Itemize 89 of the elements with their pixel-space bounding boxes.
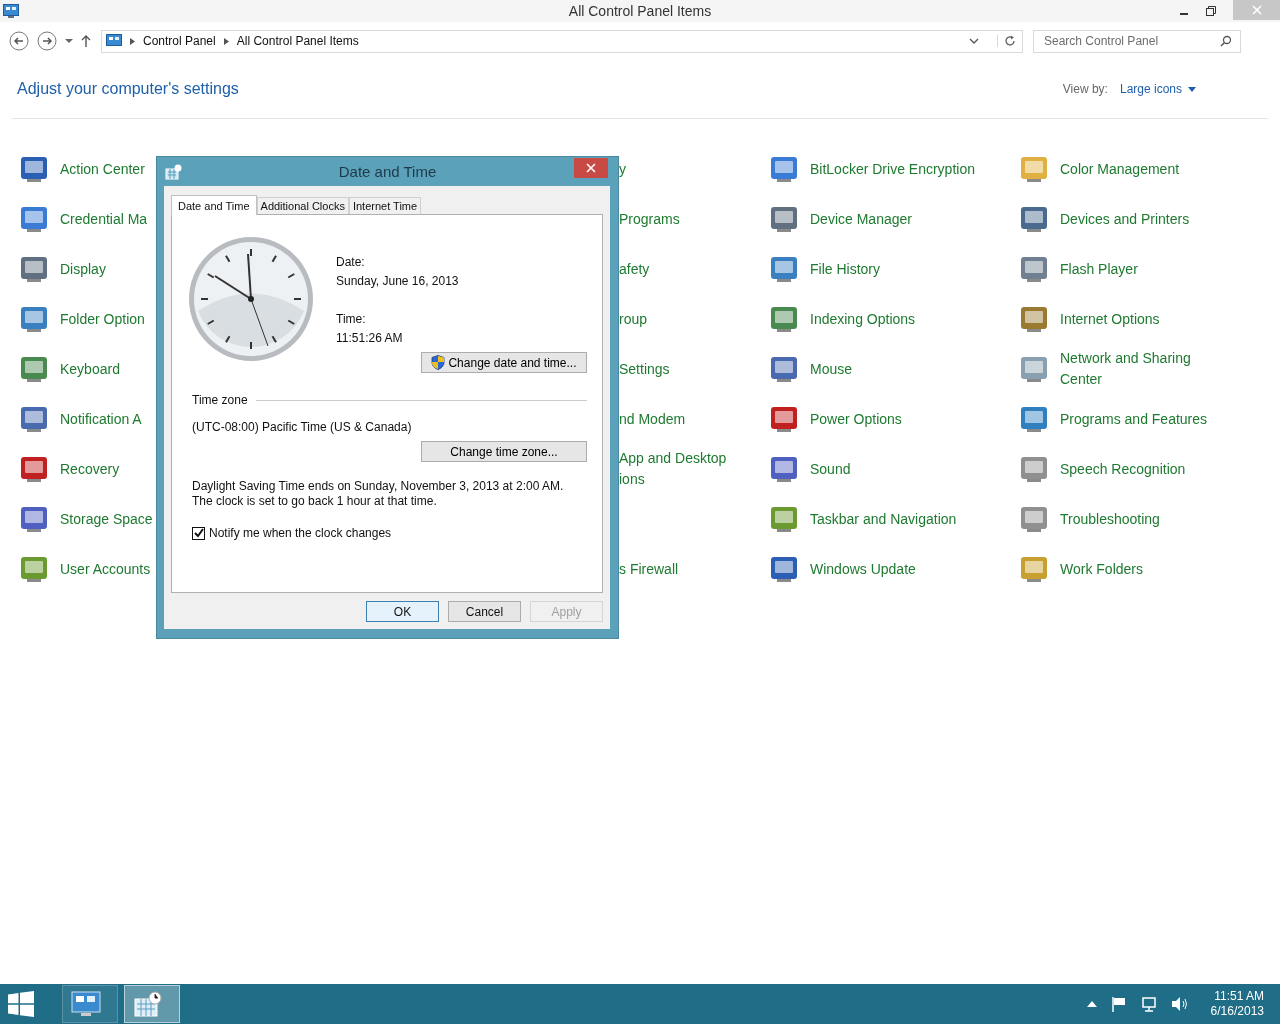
control-panel-icon	[71, 991, 101, 1017]
dialog-title: Date and Time	[338, 163, 437, 180]
chevron-icon	[130, 37, 135, 45]
control-panel-item[interactable]: Taskbar and Navigation	[810, 508, 957, 530]
refresh-icon[interactable]	[997, 35, 1016, 47]
control-panel-icon	[106, 34, 122, 48]
shield-icon	[431, 355, 446, 370]
time-label: Time:	[336, 312, 367, 326]
dropdown-icon[interactable]	[65, 38, 73, 44]
flag-icon[interactable]	[1110, 996, 1127, 1012]
control-panel-item[interactable]: Settings	[619, 358, 670, 380]
breadcrumb[interactable]: All Control Panel Items	[236, 34, 359, 48]
dropdown-icon[interactable]	[969, 38, 979, 44]
window-title: All Control Panel Items	[568, 3, 712, 19]
control-panel-item[interactable]: Display	[60, 258, 106, 280]
control-panel-item[interactable]: Troubleshooting	[1060, 508, 1160, 530]
tab[interactable]: Internet Time	[348, 197, 422, 214]
time-zone-heading: Time zone	[192, 393, 248, 407]
control-panel-item[interactable]: Speech Recognition	[1060, 458, 1186, 480]
time-zone-value: (UTC-08:00) Pacific Time (US & Canada)	[192, 420, 413, 434]
control-panel-item[interactable]: roup	[619, 308, 648, 330]
date-label: Date:	[336, 255, 366, 269]
clock-calendar-icon	[133, 991, 163, 1017]
change-date-and-time-button[interactable]: Change date and time...	[421, 352, 587, 373]
control-panel-item[interactable]: Internet Options	[1060, 308, 1160, 330]
clock-time[interactable]: 11:51 AM	[1214, 989, 1264, 1004]
control-panel-item[interactable]: Storage Space	[60, 508, 153, 530]
dialog-button[interactable]: Cancel	[448, 601, 521, 622]
control-panel-item[interactable]: Indexing Options	[810, 308, 916, 330]
forward-icon[interactable]	[37, 31, 57, 51]
control-panel-item[interactable]: Sound	[810, 458, 851, 480]
search-icon	[1220, 35, 1232, 47]
control-panel-item[interactable]: Notification A	[60, 408, 142, 430]
control-panel-item[interactable]: Mouse	[810, 358, 853, 380]
control-panel-item[interactable]: BitLocker Drive Encryption	[810, 158, 975, 180]
caret-icon	[1188, 86, 1196, 92]
control-panel-item[interactable]: Recovery	[60, 458, 120, 480]
address-bar[interactable]: Control Panel All Control Panel Items	[101, 29, 1023, 53]
speaker-icon[interactable]	[1170, 996, 1189, 1012]
show-hidden-icons-icon[interactable]	[1086, 1001, 1097, 1007]
control-panel-item[interactable]: nd Modem	[619, 408, 686, 430]
clock-date[interactable]: 6/16/2013	[1210, 1004, 1264, 1019]
date-value: Sunday, June 16, 2013	[336, 274, 459, 288]
control-panel-item[interactable]: File History	[810, 258, 880, 280]
control-panel-item[interactable]: Power Options	[810, 408, 902, 430]
view-by-dropdown[interactable]: Large icons	[1119, 82, 1196, 96]
page-heading: Adjust your computer's settings	[17, 80, 239, 98]
control-panel-item[interactable]: Device Manager	[810, 208, 912, 230]
restore-icon[interactable]	[1206, 6, 1216, 16]
control-panel-item[interactable]: Color Management	[1060, 158, 1180, 180]
control-panel-item[interactable]: Windows Update	[810, 558, 916, 580]
tab[interactable]: Additional Clocks	[256, 197, 349, 214]
control-panel-item[interactable]: Folder Option	[60, 308, 145, 330]
control-panel-item[interactable]: User Accounts	[60, 558, 151, 580]
close-icon	[1251, 5, 1262, 15]
control-panel-item[interactable]: Work Folders	[1060, 558, 1143, 580]
control-panel-item[interactable]: Devices and Printers	[1060, 208, 1190, 230]
breadcrumb[interactable]: Control Panel	[143, 34, 216, 48]
control-panel-item[interactable]: Programs and Features	[1060, 408, 1208, 430]
control-panel-item[interactable]: Network and Sharing Center	[1060, 348, 1225, 390]
network-icon[interactable]	[1140, 996, 1157, 1012]
search-field[interactable]: Search Control Panel	[1033, 29, 1241, 53]
view-by-label: View by:	[1062, 82, 1108, 96]
tab[interactable]: Date and Time	[171, 195, 257, 215]
chevron-icon	[223, 37, 229, 45]
control-panel-item[interactable]: s Firewall	[619, 558, 679, 580]
control-panel-item[interactable]: Keyboard	[60, 358, 120, 380]
windows-logo-icon	[8, 991, 34, 1017]
dialog-button[interactable]: OK	[366, 601, 439, 622]
change-time-zone-button[interactable]: Change time zone...	[421, 441, 587, 462]
control-panel-icon	[3, 4, 19, 18]
control-panel-taskbar-button[interactable]	[62, 985, 118, 1023]
date-and-time-taskbar-button[interactable]	[124, 985, 180, 1023]
checkbox[interactable]	[192, 526, 205, 540]
time-value: 11:51:26 AM	[336, 331, 404, 345]
control-panel-item[interactable]: App and Desktop ions	[619, 448, 734, 490]
control-panel-item[interactable]: Flash Player	[1060, 258, 1138, 280]
control-panel-item[interactable]: Action Center	[60, 158, 145, 180]
up-icon[interactable]	[81, 35, 91, 47]
checkbox-label[interactable]: Notify me when the clock changes	[209, 526, 392, 540]
clock-calendar-icon	[165, 163, 183, 180]
daylight-saving-note: Daylight Saving Time ends on Sunday, November 3, 2013 at 2:00 AM. The clock is set to go back 1 hour at that time.	[192, 479, 565, 509]
close-icon	[586, 162, 596, 173]
back-icon[interactable]	[9, 31, 29, 51]
control-panel-item[interactable]: y	[619, 158, 626, 180]
control-panel-item[interactable]: Programs	[619, 208, 680, 230]
close-button[interactable]	[574, 157, 608, 178]
control-panel-item[interactable]: afety	[619, 258, 650, 280]
control-panel-item[interactable]: Credential Ma	[60, 208, 148, 230]
